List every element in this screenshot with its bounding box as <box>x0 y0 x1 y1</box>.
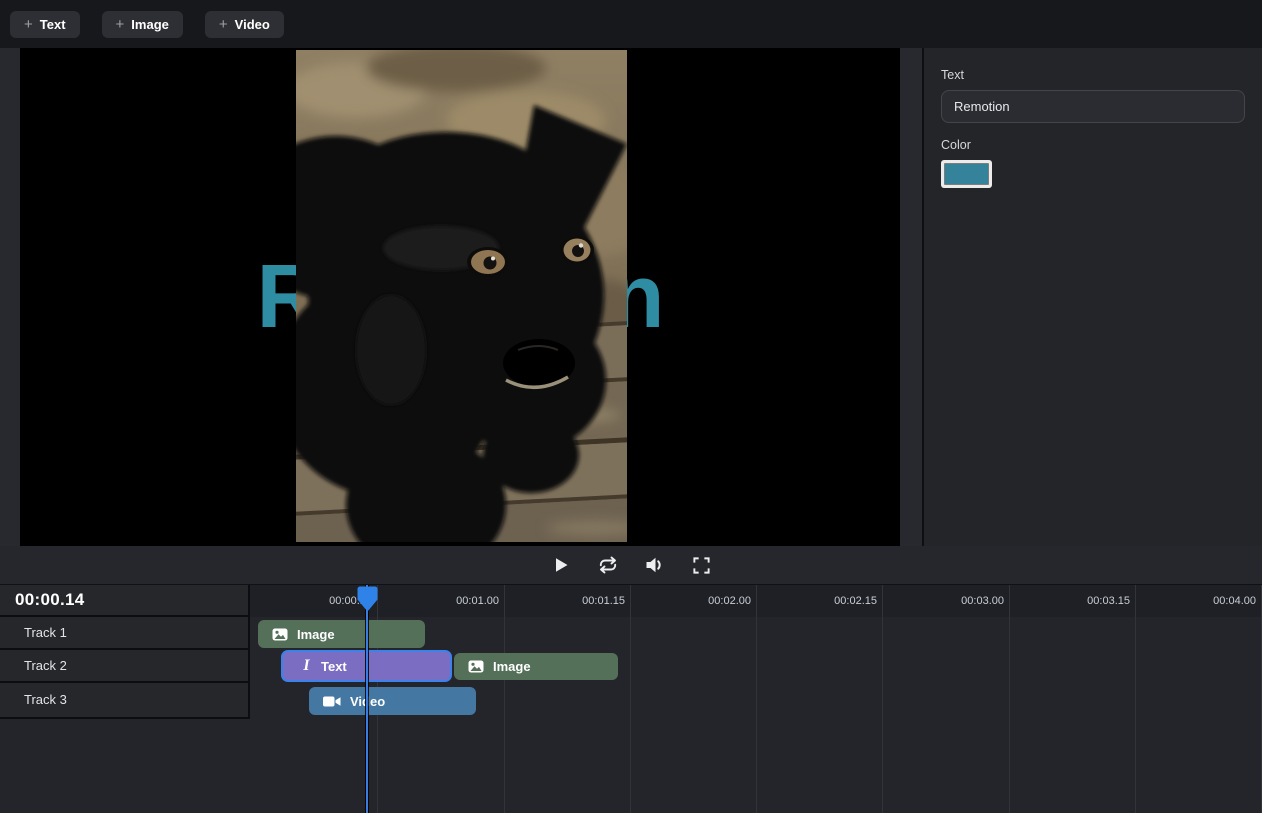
add-video-label: Video <box>235 17 270 32</box>
ruler-tick-label: 00:01.00 <box>409 585 499 617</box>
fullscreen-button[interactable] <box>690 553 714 577</box>
add-text-button[interactable]: + Text <box>10 11 80 38</box>
dog-photo <box>296 50 627 542</box>
timeline: 00:00.15 00:01.00 00:01.15 00:02.00 00:0… <box>0 585 1262 813</box>
preview-pane: Remotion <box>0 48 922 546</box>
ruler-tick-label: 00:01.15 <box>535 585 625 617</box>
add-image-label: Image <box>131 17 169 32</box>
fullscreen-icon <box>692 556 711 575</box>
ruler-tick-label: 00:03.15 <box>1040 585 1130 617</box>
playhead-line <box>366 585 368 813</box>
color-picker[interactable] <box>941 160 992 188</box>
clip-label: Image <box>493 659 531 674</box>
playback-controls <box>0 546 1262 585</box>
clip-video-track3[interactable]: Video <box>309 687 476 715</box>
current-time-display: 00:00.14 <box>0 585 248 617</box>
playhead-flag-icon <box>357 586 378 612</box>
play-icon <box>551 555 571 575</box>
text-input[interactable] <box>941 90 1245 123</box>
volume-button[interactable] <box>643 553 667 577</box>
color-swatch <box>944 163 989 185</box>
grid-line <box>1009 585 1010 813</box>
add-image-button[interactable]: + Image <box>102 11 183 38</box>
plus-icon: + <box>116 17 125 32</box>
clip-label: Text <box>321 659 347 674</box>
grid-line <box>630 585 631 813</box>
loop-button[interactable] <box>596 553 620 577</box>
inspector-panel: Text Color <box>922 48 1262 546</box>
clip-image-track1[interactable]: Image <box>258 620 425 648</box>
volume-icon <box>644 555 665 575</box>
add-video-button[interactable]: + Video <box>205 11 284 38</box>
image-icon <box>272 628 288 641</box>
clip-label: Image <box>297 627 335 642</box>
loop-icon <box>598 555 618 575</box>
play-button[interactable] <box>549 553 573 577</box>
image-icon <box>468 660 484 673</box>
plus-icon: + <box>219 17 228 32</box>
track-label-2: Track 2 <box>0 650 248 683</box>
color-field-label: Color <box>941 138 1245 152</box>
text-field-label: Text <box>941 68 1245 82</box>
text-icon: I <box>301 658 312 674</box>
add-text-label: Text <box>40 17 66 32</box>
ruler-tick-label: 00:04.00 <box>1166 585 1256 617</box>
plus-icon: + <box>24 17 33 32</box>
track-header-panel: 00:00.14 Track 1 Track 2 Track 3 <box>0 585 250 719</box>
grid-line <box>756 585 757 813</box>
track-label-1: Track 1 <box>0 617 248 650</box>
playhead[interactable] <box>357 585 379 813</box>
video-editor-app: + Text + Image + Video Remotion <box>0 0 1262 813</box>
clip-image-track2[interactable]: Image <box>454 653 618 680</box>
video-canvas[interactable]: Remotion <box>20 48 900 546</box>
ruler-tick-label: 00:03.00 <box>914 585 1004 617</box>
grid-line <box>1135 585 1136 813</box>
ruler-tick-label: 00:02.00 <box>661 585 751 617</box>
grid-line <box>504 585 505 813</box>
grid-line <box>882 585 883 813</box>
ruler-tick-label: 00:02.15 <box>787 585 877 617</box>
toolbar: + Text + Image + Video <box>0 0 1262 48</box>
video-camera-icon <box>323 695 341 708</box>
track-label-3: Track 3 <box>0 683 248 716</box>
main-area: Remotion <box>0 48 1262 546</box>
